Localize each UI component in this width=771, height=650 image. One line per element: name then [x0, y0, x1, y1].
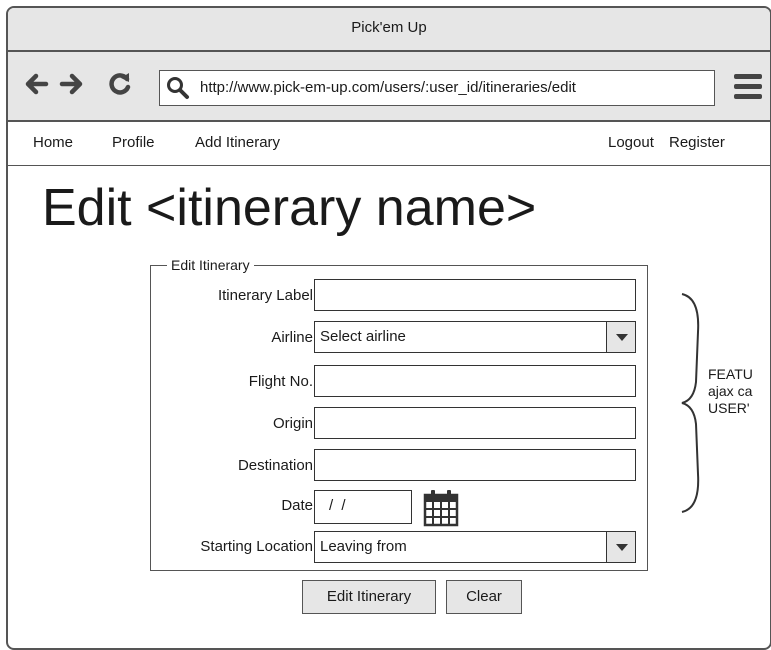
feature-note-line: USER' — [708, 400, 750, 416]
arrow-left-icon[interactable] — [22, 70, 50, 98]
itinerary-label-label: Itinerary Label — [217, 287, 313, 304]
airline-select-value: Select airline — [320, 328, 406, 345]
calendar-icon[interactable] — [423, 489, 459, 527]
arrow-right-icon[interactable] — [58, 70, 86, 98]
search-icon — [167, 77, 189, 99]
airline-select[interactable]: Select airline — [314, 321, 636, 353]
nav-register[interactable]: Register — [669, 134, 725, 151]
url-text: http://www.pick-em-up.com/users/:user_id… — [200, 79, 576, 96]
nav-logout[interactable]: Logout — [608, 134, 654, 151]
page-title: Edit <itinerary name> — [42, 179, 537, 237]
curly-brace-icon — [681, 293, 700, 513]
airline-label: Airline — [271, 329, 313, 346]
chevron-down-icon[interactable] — [606, 321, 636, 353]
date-input[interactable]: / / — [314, 490, 412, 524]
destination-input[interactable] — [314, 449, 636, 481]
feature-note-line: ajax ca — [708, 383, 753, 399]
window-title: Pick'em Up — [351, 19, 427, 36]
chevron-down-icon[interactable] — [606, 531, 636, 563]
destination-label: Destination — [237, 457, 313, 474]
feature-note: FEATU ajax ca USER' — [708, 366, 771, 417]
flight-no-input[interactable] — [314, 365, 636, 397]
feature-note-line: FEATU — [708, 366, 753, 382]
starting-location-value: Leaving from — [320, 538, 407, 555]
itinerary-label-input[interactable] — [314, 279, 636, 311]
hamburger-menu-icon[interactable] — [734, 74, 762, 100]
nav-add-itinerary[interactable]: Add Itinerary — [195, 134, 280, 151]
flight-no-label: Flight No. — [248, 373, 313, 390]
nav-profile[interactable]: Profile — [112, 134, 155, 151]
date-input-value: / / — [329, 497, 348, 514]
url-bar[interactable]: http://www.pick-em-up.com/users/:user_id… — [159, 70, 715, 106]
origin-input[interactable] — [314, 407, 636, 439]
starting-location-label: Starting Location — [200, 538, 313, 555]
reload-icon[interactable] — [106, 70, 134, 98]
nav-home[interactable]: Home — [33, 134, 73, 151]
title-bar: Pick'em Up — [8, 8, 770, 52]
starting-location-select[interactable]: Leaving from — [314, 531, 636, 563]
origin-label: Origin — [272, 415, 313, 432]
browser-toolbar: http://www.pick-em-up.com/users/:user_id… — [8, 52, 770, 122]
edit-itinerary-button[interactable]: Edit Itinerary — [302, 580, 436, 614]
site-nav: Home Profile Add Itinerary Logout Regist… — [8, 122, 770, 166]
fieldset-legend: Edit Itinerary — [171, 257, 250, 273]
clear-button[interactable]: Clear — [446, 580, 522, 614]
date-label: Date — [281, 497, 313, 514]
